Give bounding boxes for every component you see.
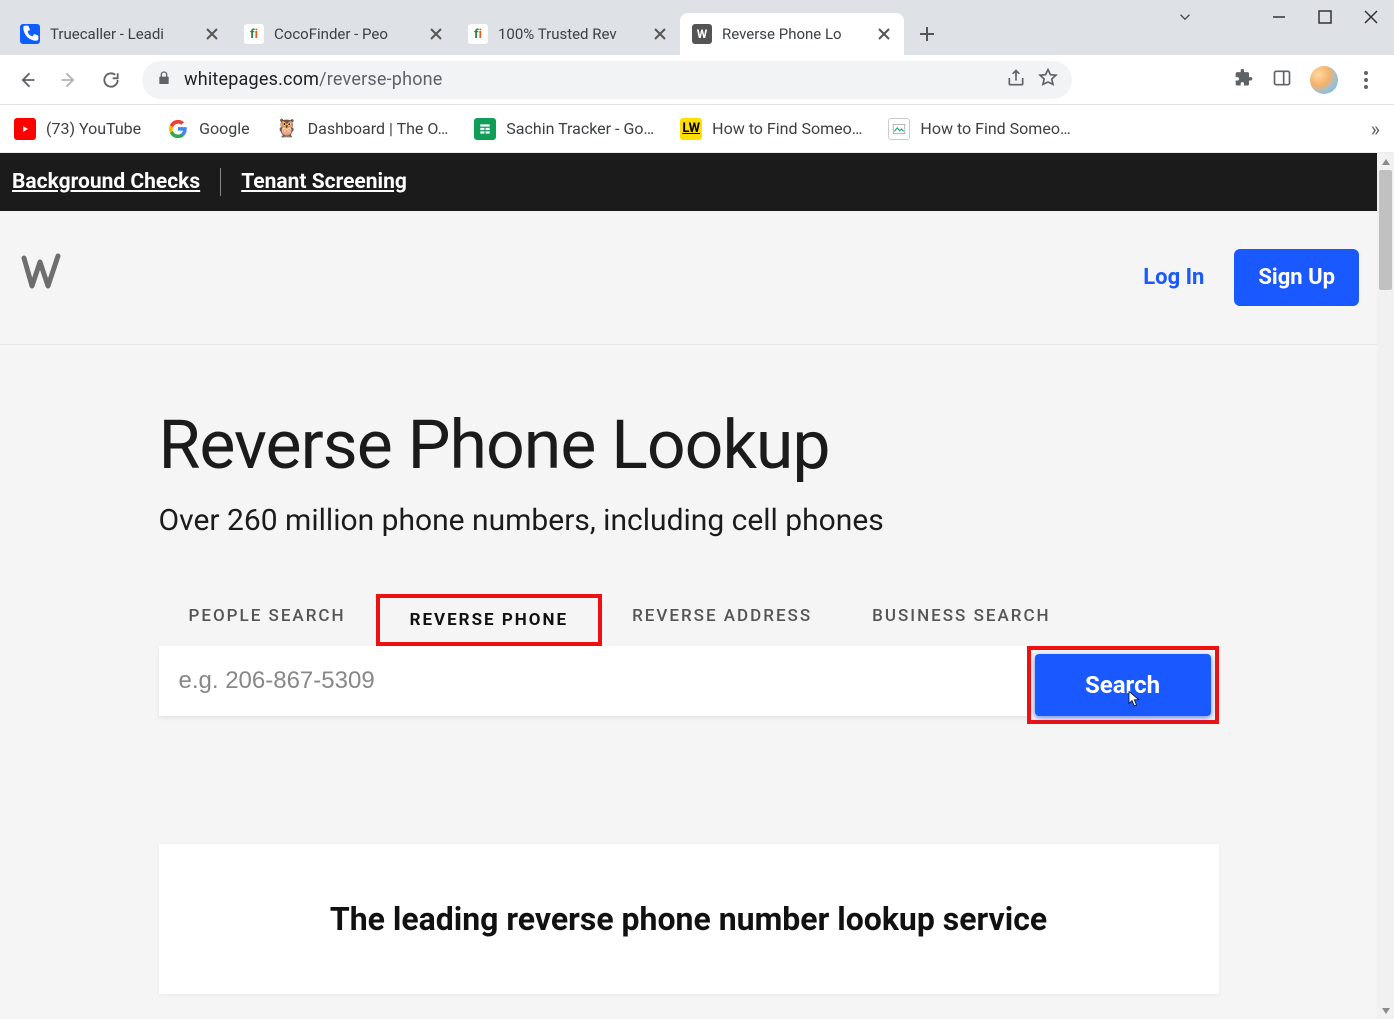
image-icon [888, 118, 910, 140]
tabs-chevron-icon[interactable] [1176, 8, 1194, 30]
browser-tab-trusted[interactable]: fi 100% Trusted Rev [456, 13, 680, 55]
minimize-button[interactable] [1256, 0, 1302, 34]
close-icon[interactable] [204, 26, 220, 42]
fi-icon: fi [244, 24, 264, 44]
divider [220, 168, 221, 196]
bookmark-star-icon[interactable] [1038, 68, 1058, 92]
link-tenant-screening[interactable]: Tenant Screening [241, 170, 407, 194]
address-bar[interactable]: whitepages.com/reverse-phone [142, 61, 1072, 99]
chrome-menu-icon[interactable] [1356, 70, 1376, 90]
card-heading: The leading reverse phone number lookup … [199, 900, 1179, 938]
bookmark-label: Sachin Tracker - Go… [506, 119, 654, 138]
login-link[interactable]: Log In [1143, 265, 1204, 290]
tab-reverse-address[interactable]: REVERSE ADDRESS [602, 594, 842, 646]
w-icon: W [692, 24, 712, 44]
window-controls [1256, 0, 1394, 34]
close-icon[interactable] [428, 26, 444, 42]
hero-section: Reverse Phone Lookup Over 260 million ph… [0, 345, 1377, 994]
tab-title: 100% Trusted Rev [498, 25, 646, 43]
vertical-scrollbar[interactable] [1377, 153, 1394, 1019]
bookmark-tracker[interactable]: Sachin Tracker - Go… [474, 118, 654, 140]
scrollbar-thumb[interactable] [1379, 170, 1392, 290]
browser-tab-cocofinder[interactable]: fi CocoFinder - Peo [232, 13, 456, 55]
browser-tab-whitepages[interactable]: W Reverse Phone Lo [680, 13, 904, 55]
bookmark-label: Dashboard | The O… [308, 119, 449, 138]
link-background-checks[interactable]: Background Checks [12, 170, 200, 194]
reload-button[interactable] [94, 63, 128, 97]
tab-reverse-phone[interactable]: REVERSE PHONE [376, 594, 603, 646]
page-subtitle: Over 260 million phone numbers, includin… [159, 503, 1219, 538]
bookmarks-overflow-icon[interactable]: » [1371, 117, 1380, 141]
google-icon [167, 118, 189, 140]
tab-people-search[interactable]: PEOPLE SEARCH [159, 594, 376, 646]
close-icon[interactable] [876, 26, 892, 42]
bookmark-how-to-find-2[interactable]: How to Find Someo… [888, 118, 1070, 140]
bookmark-dashboard[interactable]: 🦉 Dashboard | The O… [276, 118, 449, 140]
close-icon[interactable] [652, 26, 668, 42]
youtube-icon [14, 118, 36, 140]
signup-button[interactable]: Sign Up [1234, 249, 1359, 306]
phone-icon [20, 24, 40, 44]
top-nav-bar: Background Checks Tenant Screening [0, 153, 1377, 211]
tab-title: CocoFinder - Peo [274, 25, 422, 43]
fi-icon: fi [468, 24, 488, 44]
whitepages-logo[interactable] [18, 248, 66, 308]
lw-icon: LW [680, 118, 702, 140]
search-form: Search [159, 646, 1219, 724]
extensions-icon[interactable] [1234, 68, 1254, 92]
bookmarks-bar: (73) YouTube Google 🦉 Dashboard | The O…… [0, 105, 1394, 153]
scroll-down-icon[interactable] [1377, 1002, 1394, 1019]
lock-icon [156, 70, 172, 90]
search-button[interactable]: Search [1035, 654, 1211, 716]
sheets-icon [474, 118, 496, 140]
bookmark-label: (73) YouTube [46, 119, 141, 138]
window-close-button[interactable] [1348, 0, 1394, 34]
share-icon[interactable] [1006, 68, 1026, 92]
url-text: whitepages.com/reverse-phone [184, 69, 443, 90]
search-tabs: PEOPLE SEARCH REVERSE PHONE REVERSE ADDR… [159, 594, 1219, 646]
cursor-icon [1126, 686, 1144, 714]
browser-tab-truecaller[interactable]: Truecaller - Leadi [8, 13, 232, 55]
tab-title: Truecaller - Leadi [50, 25, 198, 43]
scroll-up-icon[interactable] [1377, 153, 1394, 170]
bookmark-label: How to Find Someo… [920, 119, 1070, 138]
site-header: Log In Sign Up [0, 211, 1377, 345]
page-content: Background Checks Tenant Screening Log I… [0, 153, 1377, 1019]
search-button-highlight: Search [1027, 646, 1219, 724]
page-title: Reverse Phone Lookup [159, 405, 1219, 485]
tab-business-search[interactable]: BUSINESS SEARCH [842, 594, 1080, 646]
forward-button[interactable] [52, 63, 86, 97]
search-button-label: Search [1085, 671, 1160, 699]
profile-avatar[interactable] [1310, 66, 1338, 94]
bookmark-how-to-find-1[interactable]: LW How to Find Someo… [680, 118, 862, 140]
side-panel-icon[interactable] [1272, 68, 1292, 92]
browser-toolbar: whitepages.com/reverse-phone [0, 55, 1394, 105]
new-tab-button[interactable] [912, 19, 942, 49]
browser-tab-strip: Truecaller - Leadi fi CocoFinder - Peo f… [0, 0, 1394, 55]
info-card: The leading reverse phone number lookup … [159, 844, 1219, 994]
back-button[interactable] [10, 63, 44, 97]
bookmark-google[interactable]: Google [167, 118, 250, 140]
phone-search-input[interactable] [159, 646, 1031, 716]
bookmark-label: Google [199, 119, 250, 138]
bookmark-youtube[interactable]: (73) YouTube [14, 118, 141, 140]
bookmark-label: How to Find Someo… [712, 119, 862, 138]
tab-title: Reverse Phone Lo [722, 25, 870, 43]
owl-icon: 🦉 [276, 118, 298, 140]
maximize-button[interactable] [1302, 0, 1348, 34]
